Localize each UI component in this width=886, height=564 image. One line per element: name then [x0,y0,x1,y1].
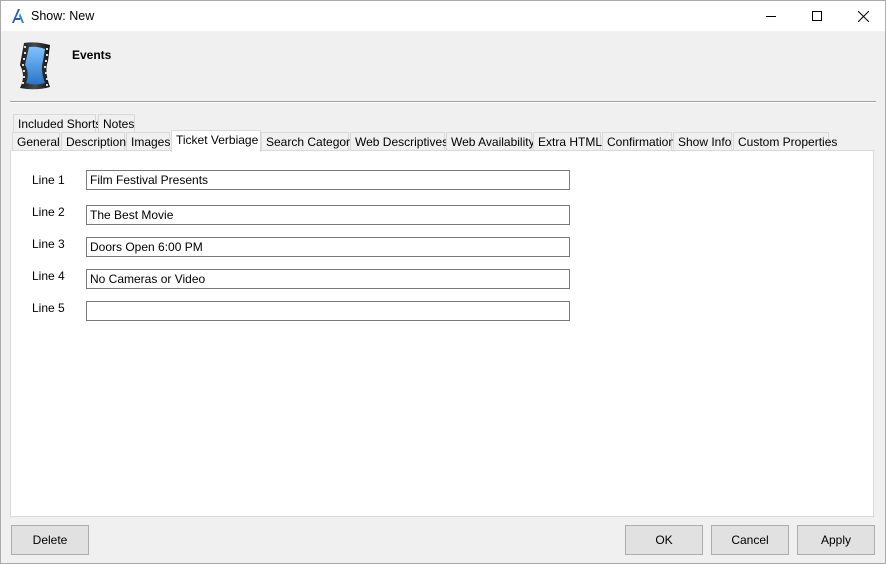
delete-button[interactable]: Delete [11,525,89,555]
title-bar[interactable]: Show: New [1,1,885,31]
minimize-icon [766,11,776,21]
tab-ticket-verbiage[interactable]: Ticket Verbiage [171,130,261,152]
tab-custom-properties[interactable]: Custom Properties [733,132,837,151]
tab-confirmation[interactable]: Confirmation [602,132,675,151]
show-dialog-window: Show: New Events Included Shorts Notes G… [0,0,886,564]
line-3-label: Line 3 [32,237,65,251]
header-title: Events [72,48,112,62]
ok-button[interactable]: OK [625,525,703,555]
line-3-field[interactable]: Doors Open 6:00 PM [86,237,570,257]
cancel-button[interactable]: Cancel [711,525,789,555]
film-strip-icon [16,41,54,91]
tab-images[interactable]: Images [126,132,170,151]
line-4-label: Line 4 [32,269,65,283]
tab-search-category[interactable]: Search Category [261,132,356,151]
maximize-button[interactable] [794,1,840,31]
header-area [1,31,885,103]
tab-general[interactable]: General [12,132,60,151]
line-5-label: Line 5 [32,301,65,315]
tab-show-info[interactable]: Show Info [673,132,732,151]
minimize-button[interactable] [748,1,794,31]
tab-included-shorts[interactable]: Included Shorts [13,114,101,133]
tab-extra-html[interactable]: Extra HTML [533,132,602,151]
header-separator [10,101,876,103]
line-1-field[interactable]: Film Festival Presents [86,170,570,190]
line-1-label: Line 1 [32,173,65,187]
line-2-label: Line 2 [32,205,65,219]
tab-description[interactable]: Description [61,132,126,151]
close-icon [857,10,869,22]
tab-web-descriptives[interactable]: Web Descriptives [350,132,448,151]
window-title: Show: New [31,9,95,23]
line-5-field[interactable] [86,301,570,321]
maximize-icon [812,11,822,21]
tab-notes[interactable]: Notes [98,114,135,133]
app-logo-icon [10,8,26,24]
tab-web-availability[interactable]: Web Availability [446,132,535,151]
line-4-field[interactable]: No Cameras or Video [86,269,570,289]
line-2-field[interactable]: The Best Movie [86,205,570,225]
close-button[interactable] [840,1,886,31]
apply-button[interactable]: Apply [797,525,875,555]
